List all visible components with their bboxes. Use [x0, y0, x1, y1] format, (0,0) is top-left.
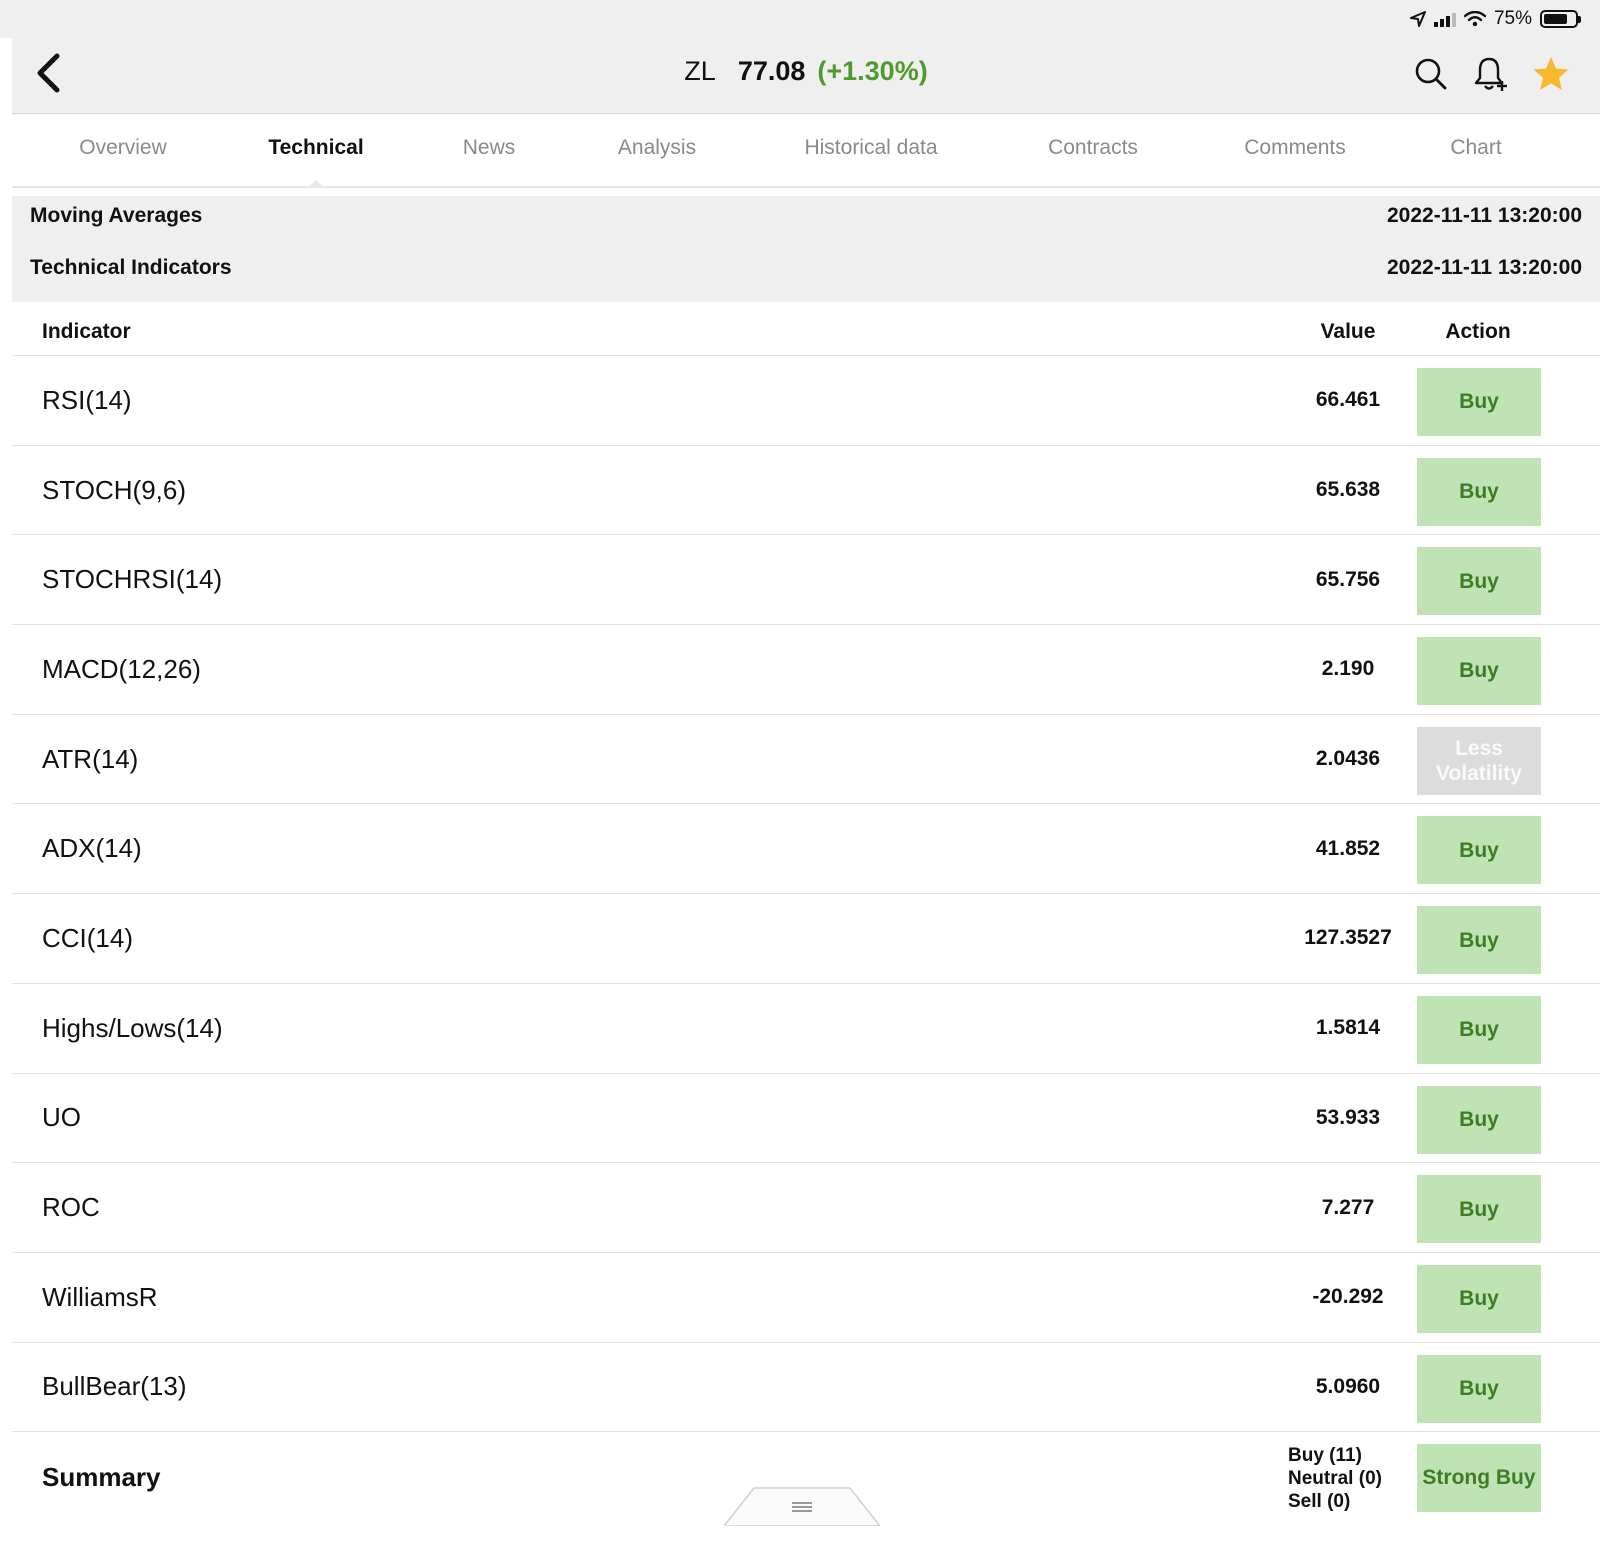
summary-neutral-count: Neutral (0)	[1288, 1468, 1382, 1489]
table-row: Highs/Lows(14) 1.5814 Buy	[12, 984, 1600, 1074]
technical-indicators-row[interactable]: Technical Indicators 2022-11-11 13:20:00	[30, 248, 1582, 288]
moving-averages-time: 2022-11-11 13:20:00	[1387, 204, 1582, 227]
technical-summary-header: Moving Averages 2022-11-11 13:20:00 Tech…	[12, 196, 1600, 302]
action-badge: Buy	[1417, 816, 1541, 885]
table-row: CCI(14) 127.3527 Buy	[12, 894, 1600, 984]
cellular-signal-icon	[1433, 11, 1456, 27]
indicator-name: RSI(14)	[42, 384, 132, 415]
indicator-value: 2.190	[1321, 657, 1375, 681]
table-row: ADX(14) 41.852 Buy	[12, 804, 1600, 895]
header-actions	[1412, 54, 1570, 94]
summary-action-badge: Strong Buy	[1417, 1444, 1541, 1512]
tab-overview[interactable]: Overview	[79, 136, 167, 160]
table-row: MACD(12,26) 2.190 Buy	[12, 625, 1600, 715]
active-tab-indicator	[309, 180, 323, 187]
indicator-value: 41.852	[1315, 836, 1381, 860]
tab-comments[interactable]: Comments	[1244, 136, 1346, 160]
table-row: ATR(14) 2.0436 Less Volatility	[12, 715, 1600, 805]
indicator-value: 66.461	[1315, 388, 1381, 412]
table-row: WilliamsR -20.292 Buy	[12, 1253, 1600, 1343]
indicator-name: UO	[42, 1102, 81, 1133]
indicator-name: Highs/Lows(14)	[42, 1012, 223, 1043]
table-row: UO 53.933 Buy	[12, 1074, 1600, 1164]
battery-percentage: 75%	[1493, 8, 1532, 29]
action-badge: Buy	[1417, 368, 1541, 436]
action-badge: Buy	[1417, 457, 1541, 526]
tab-analysis[interactable]: Analysis	[618, 136, 696, 160]
indicator-value: 65.638	[1315, 478, 1381, 502]
status-indicators: 75%	[1409, 6, 1581, 32]
summary-counts: Buy (11) Neutral (0) Sell (0)	[1288, 1444, 1382, 1513]
instrument-price: 77.08	[737, 56, 806, 86]
location-arrow-icon	[1409, 11, 1426, 27]
column-header-action: Action	[1445, 320, 1511, 343]
indicator-table: RSI(14) 66.461 Buy STOCH(9,6) 65.638 Buy…	[12, 356, 1600, 1433]
instrument-quote: ZL 77.08 (+1.30%)	[12, 56, 1600, 87]
action-badge: Buy	[1417, 995, 1541, 1064]
indicator-value: -20.292	[1312, 1285, 1384, 1309]
tab-technical[interactable]: Technical	[268, 136, 363, 160]
action-badge: Buy	[1417, 1175, 1541, 1244]
technical-indicators-time: 2022-11-11 13:20:00	[1387, 256, 1582, 279]
action-badge: Buy	[1417, 547, 1541, 616]
indicator-name: STOCH(9,6)	[42, 474, 186, 505]
indicator-value: 5.0960	[1315, 1374, 1381, 1398]
action-badge: Buy	[1417, 1085, 1541, 1154]
instrument-symbol: ZL	[684, 56, 716, 86]
summary-label: Summary	[42, 1462, 161, 1492]
indicator-name: ROC	[42, 1192, 100, 1223]
indicator-name: CCI(14)	[42, 922, 134, 953]
summary-sell-count: Sell (0)	[1288, 1491, 1351, 1512]
column-header-indicator: Indicator	[42, 320, 131, 343]
indicator-value: 7.277	[1321, 1195, 1375, 1219]
status-bar: 75%	[0, 0, 1600, 38]
summary-buy-count: Buy (11)	[1288, 1445, 1362, 1466]
moving-averages-label: Moving Averages	[30, 204, 203, 227]
indicator-name: WilliamsR	[42, 1281, 158, 1312]
header-bar: ZL 77.08 (+1.30%)	[12, 38, 1600, 114]
search-button[interactable]	[1412, 54, 1450, 94]
indicator-value: 65.756	[1315, 567, 1381, 591]
table-row: RSI(14) 66.461 Buy	[12, 356, 1600, 446]
moving-averages-row[interactable]: Moving Averages 2022-11-11 13:20:00	[30, 196, 1582, 236]
table-header: Indicator Value Action	[12, 304, 1600, 356]
table-row: STOCH(9,6) 65.638 Buy	[12, 446, 1600, 536]
indicator-name: STOCHRSI(14)	[42, 564, 223, 595]
indicator-name: ATR(14)	[42, 743, 139, 774]
indicator-value: 53.933	[1315, 1105, 1381, 1129]
tab-chart[interactable]: Chart	[1450, 136, 1501, 160]
table-row: ROC 7.277 Buy	[12, 1163, 1600, 1253]
indicator-value: 2.0436	[1315, 747, 1381, 771]
alert-button[interactable]	[1472, 54, 1510, 94]
action-badge: Buy	[1417, 1354, 1541, 1423]
action-badge: Buy	[1417, 1264, 1541, 1333]
battery-icon	[1540, 10, 1581, 28]
indicator-value: 127.3527	[1304, 926, 1392, 950]
indicator-name: BullBear(13)	[42, 1371, 187, 1402]
search-icon	[1415, 58, 1447, 90]
watchlist-star-button[interactable]	[1532, 54, 1570, 94]
tab-bar: Overview Technical News Analysis Histori…	[12, 114, 1600, 188]
technical-indicators-label: Technical Indicators	[30, 256, 232, 279]
indicator-name: MACD(12,26)	[42, 653, 201, 684]
tab-historical-data[interactable]: Historical data	[804, 136, 937, 160]
drawer-handle[interactable]	[724, 1486, 880, 1526]
indicator-value: 1.5814	[1315, 1016, 1381, 1040]
tab-news[interactable]: News	[463, 136, 516, 160]
column-header-value: Value	[1320, 320, 1376, 343]
star-icon	[1533, 57, 1569, 90]
action-badge: Buy	[1417, 637, 1541, 706]
action-badge: Less Volatility	[1417, 726, 1541, 795]
indicator-name: ADX(14)	[42, 833, 142, 864]
action-badge: Buy	[1417, 906, 1541, 975]
table-row: STOCHRSI(14) 65.756 Buy	[12, 535, 1600, 626]
price-change: (+1.30%)	[817, 56, 928, 86]
bell-plus-icon	[1474, 57, 1507, 91]
wifi-icon	[1463, 11, 1486, 27]
table-row: BullBear(13) 5.0960 Buy	[12, 1343, 1600, 1433]
tab-contracts[interactable]: Contracts	[1048, 136, 1138, 160]
